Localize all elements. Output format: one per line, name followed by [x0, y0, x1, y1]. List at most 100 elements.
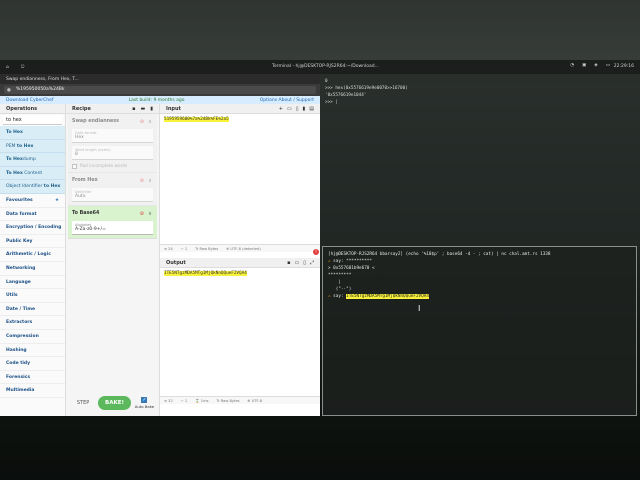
- tab-title[interactable]: Swap endianness, From Hex, T...: [6, 77, 79, 82]
- operation-category[interactable]: Compression: [0, 330, 65, 344]
- operation-category[interactable]: Language: [0, 276, 65, 290]
- operation-category[interactable]: Networking: [0, 262, 65, 276]
- encoding-selector[interactable]: ⊕ UTF-8 (detected): [226, 247, 261, 251]
- length-stat: ≡ 32: [164, 398, 173, 403]
- length-stat: ≡ 24: [164, 246, 173, 251]
- output-text: ITE5NTgzMDA5MTg1MjQkNnQQueF2VQA4: [164, 271, 247, 276]
- save-icon[interactable]: ▪: [287, 260, 290, 266]
- field-value: 8: [75, 152, 78, 157]
- eol-selector[interactable]: Tr Raw Bytes: [216, 399, 239, 403]
- output-title: Output: [166, 259, 186, 266]
- terminal-python[interactable]: 0 >>> hex(0x5576619e9e0070>>16700) '0x55…: [320, 74, 640, 246]
- operations-pane: Operations to hex To Hex PEM to Hex To Hex…: [0, 104, 66, 416]
- terminal-line: ⚠ say: **********: [328, 259, 372, 264]
- disable-icon[interactable]: ⊘: [140, 211, 144, 217]
- operation-category[interactable]: Extractors: [0, 316, 65, 330]
- eol-selector[interactable]: Tr Raw Bytes: [195, 247, 218, 251]
- address-input[interactable]: ● %195950050a%24Bk: [4, 86, 316, 94]
- operation-category[interactable]: Arithmetic / Logic: [0, 248, 65, 262]
- field-value: A-Za-z0-9+/=: [75, 227, 106, 232]
- operation-category[interactable]: Date / Time: [0, 303, 65, 317]
- pad-checkbox[interactable]: Pad incomplete words: [72, 164, 153, 169]
- operation-result[interactable]: To Hex Content: [0, 166, 65, 181]
- star-icon: ★: [54, 197, 59, 203]
- word-length-field[interactable]: Word length (bytes) 8: [72, 146, 153, 160]
- browser-window: Swap endianness, From Hex, T... ● %19595…: [0, 74, 320, 416]
- layout-icon[interactable]: ▤: [309, 106, 314, 112]
- terminal-shell[interactable]: [hj@DESKTOP-RJS2R64 bbarsay2] (echo '%10…: [322, 246, 637, 416]
- open-file-icon[interactable]: ▯: [296, 106, 299, 112]
- panel-item[interactable]: ⌂: [0, 65, 15, 70]
- operation-category[interactable]: Utils: [0, 289, 65, 303]
- operation-result[interactable]: PEM to Hex: [0, 139, 65, 154]
- recipe-pane: Recipe ▪ ▬ ▮ Swap endianness ⊘ ॥ Data for…: [66, 104, 160, 416]
- download-link[interactable]: Download CyberChef: [6, 98, 53, 103]
- delimiter-field[interactable]: Delimiter Auto: [72, 188, 153, 202]
- operation-category[interactable]: Code tidy: [0, 357, 65, 371]
- replace-input-icon[interactable]: ▯: [303, 260, 306, 266]
- operation-category[interactable]: Forensics: [0, 371, 65, 385]
- output-status-bar: ≡ 32 ⌐ 1 ⌛ 1ms Tr Raw Bytes ⊕ UTF-8: [160, 396, 320, 404]
- input-textarea[interactable]: 5195959600%7a%24Bk%FE%2a5: [160, 114, 320, 244]
- window-title[interactable]: Terminal - hj@DESKTOP-RJS2R64:~/Download…: [272, 64, 379, 69]
- output-textarea[interactable]: ITE5NTgzMDA5MTg1MjQkNnQQueF2VQA4: [160, 268, 320, 396]
- pause-icon[interactable]: ॥: [148, 119, 151, 125]
- copy-icon[interactable]: ▭: [294, 260, 299, 266]
- recipe-footer: STEP BAKE! ✓ Auto Bake: [66, 390, 160, 416]
- cyberchef-app: Operations to hex To Hex PEM to Hex To Hex…: [0, 104, 320, 416]
- bake-time: ⌛ 1ms: [195, 398, 209, 403]
- alphabet-select[interactable]: Alphabet A-Za-z0-9+/=: [72, 221, 153, 235]
- data-format-field[interactable]: Data format Hex: [72, 129, 153, 143]
- terminal-line: |: [328, 280, 341, 285]
- trash-icon[interactable]: ▮: [150, 106, 153, 112]
- folder-icon[interactable]: ▬: [141, 106, 146, 112]
- field-value: Auto: [75, 194, 86, 199]
- terminal-line: [hj@DESKTOP-RJS2R64 bbarsay2] (echo '%10…: [328, 252, 551, 257]
- operations-search-input[interactable]: to hex: [3, 115, 62, 125]
- operation-category[interactable]: Data format: [0, 208, 65, 222]
- pause-icon[interactable]: ॥: [148, 178, 151, 184]
- trash-icon[interactable]: ▮: [303, 106, 306, 112]
- bake-button[interactable]: BAKE!: [98, 396, 132, 410]
- operation-category[interactable]: Favourites ★: [0, 194, 65, 208]
- operation-result[interactable]: To Hexdump: [0, 153, 65, 167]
- battery-icon[interactable]: ▭: [606, 63, 610, 68]
- disable-icon[interactable]: ⊘: [140, 178, 144, 184]
- operation-category[interactable]: Public Key: [0, 235, 65, 249]
- ingredient-from-hex[interactable]: From Hex ⊘ ॥ Delimiter Auto: [68, 173, 157, 206]
- step-button[interactable]: STEP: [72, 397, 94, 409]
- panel-item[interactable]: ⎋: [15, 64, 31, 70]
- top-panel: ⌂ ⎋ Terminal - hj@DESKTOP-RJS2R64:~/Down…: [0, 60, 640, 74]
- open-folder-icon[interactable]: ▭: [287, 106, 292, 112]
- maximize-icon[interactable]: ⤢: [310, 260, 314, 266]
- bell-icon[interactable]: ◔: [570, 63, 574, 68]
- operation-category[interactable]: Multimedia: [0, 384, 65, 398]
- ingredient-swap-endianness[interactable]: Swap endianness ⊘ ॥ Data format Hex Word …: [68, 114, 157, 173]
- disable-icon[interactable]: ⊘: [140, 119, 144, 125]
- terminal-line: *********: [328, 273, 352, 278]
- url-bar: ● %195950050a%24Bk: [0, 84, 320, 96]
- options-link[interactable]: Options: [260, 98, 277, 103]
- volume-icon[interactable]: ◈: [594, 63, 597, 68]
- tab-bar: Swap endianness, From Hex, T...: [0, 74, 320, 84]
- operation-category[interactable]: Hashing: [0, 344, 65, 358]
- ingredient-to-base64[interactable]: To Base64 ⊘ ॥ Alphabet A-Za-z0-9+/=: [68, 206, 157, 239]
- network-icon[interactable]: ▣: [582, 63, 586, 68]
- about-link[interactable]: About / Support: [279, 98, 314, 103]
- pause-icon[interactable]: ॥: [148, 211, 151, 217]
- notification-badge: !: [313, 249, 319, 255]
- operation-result[interactable]: Object Identifier to Hex: [0, 180, 65, 194]
- save-icon[interactable]: ▪: [132, 106, 135, 112]
- terminal-line: > 0x557601b9e670 <: [328, 266, 375, 271]
- recipe-title: Recipe: [72, 105, 91, 112]
- operation-result[interactable]: To Hex: [0, 126, 65, 140]
- autobake-toggle[interactable]: ✓ Auto Bake: [135, 397, 154, 409]
- input-title: Input: [166, 105, 181, 112]
- operation-category[interactable]: Encryption / Encoding: [0, 221, 65, 235]
- add-tab-icon[interactable]: +: [279, 106, 283, 112]
- mouse-cursor-icon: I: [418, 304, 421, 313]
- checkbox-box[interactable]: [72, 164, 77, 169]
- encoding-selector[interactable]: ⊕ UTF-8: [248, 399, 263, 403]
- terminal-line: >>> hex(0x5576619e9e0070>>16700): [325, 86, 408, 91]
- lines-stat: ⌐ 1: [180, 398, 188, 403]
